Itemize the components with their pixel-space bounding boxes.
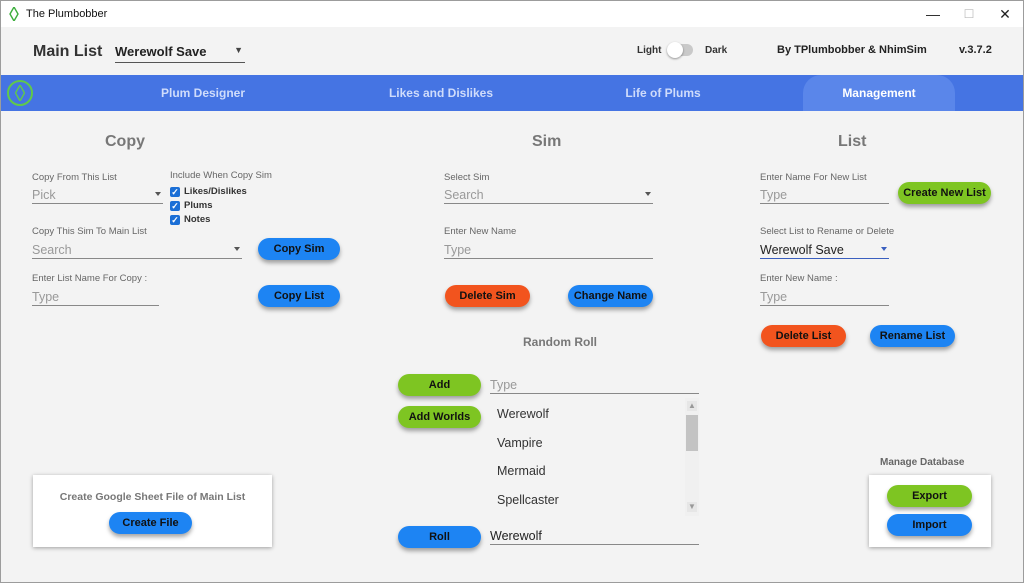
select-sim-placeholder: Search [444, 188, 484, 202]
new-list-input[interactable]: Type [760, 184, 889, 204]
new-sim-name-input[interactable]: Type [444, 239, 653, 259]
toggle-knob [667, 42, 683, 58]
scrollbar-thumb[interactable] [686, 415, 698, 451]
google-sheet-label: Create Google Sheet File of Main List [59, 491, 246, 503]
change-name-button[interactable]: Change Name [568, 285, 653, 307]
title-bar: The Plumbobber — ☐ ✕ [1, 1, 1023, 27]
new-list-placeholder: Type [760, 188, 788, 202]
plumbob-logo [7, 80, 33, 106]
rename-delete-list-select[interactable]: Werewolf Save [760, 239, 889, 259]
scroll-up-icon[interactable]: ▲ [687, 401, 697, 411]
checkbox-checked-icon: ✓ [170, 200, 180, 211]
checkbox-checked-icon: ✓ [170, 214, 180, 225]
author-credit: By TPlumbobber & NhimSim [777, 44, 927, 56]
copy-sim-placeholder: Search [32, 243, 72, 257]
light-label: Light [637, 45, 662, 56]
plumbob-icon [15, 85, 25, 101]
list-heading: List [838, 133, 867, 150]
new-list-name-placeholder: Type [760, 290, 788, 304]
plumbob-app-icon [9, 7, 19, 21]
copy-list-button[interactable]: Copy List [258, 285, 340, 307]
maximize-icon[interactable]: ☐ [951, 1, 987, 27]
theme-toggle[interactable] [667, 42, 693, 58]
sim-heading: Sim [532, 133, 562, 150]
roll-result-field: Werewolf [490, 525, 699, 545]
checkbox-label: Likes/Dislikes [184, 186, 247, 197]
select-sim-label: Select Sim [444, 172, 490, 183]
copy-sim-label: Copy This Sim To Main List [32, 226, 147, 237]
chevron-down-icon [645, 192, 651, 196]
list-item[interactable]: Werewolf [497, 407, 549, 421]
copy-from-label: Copy From This List [32, 172, 117, 183]
delete-sim-button[interactable]: Delete Sim [445, 285, 530, 307]
tab-life-of-plums[interactable]: Life of Plums [593, 75, 733, 111]
random-item-placeholder: Type [490, 378, 518, 392]
copy-from-placeholder: Pick [32, 188, 56, 202]
checkbox-plums[interactable]: ✓ Plums [170, 200, 213, 211]
dark-label: Dark [705, 45, 728, 56]
list-name-for-copy-label: Enter List Name For Copy : [32, 273, 148, 284]
tab-likes-and-dislikes[interactable]: Likes and Dislikes [371, 75, 511, 111]
main-list-select[interactable]: Werewolf Save ▼ [115, 41, 245, 63]
include-label: Include When Copy Sim [170, 170, 272, 181]
minimize-icon[interactable]: — [915, 1, 951, 27]
checkbox-checked-icon: ✓ [170, 186, 180, 197]
nav-bar: Plum Designer Likes and Dislikes Life of… [1, 75, 1023, 111]
rename-delete-list-label: Select List to Rename or Delete [760, 226, 895, 237]
list-item[interactable]: Spellcaster [497, 493, 559, 507]
google-sheet-card: Create Google Sheet File of Main List Cr… [33, 475, 272, 547]
add-worlds-button[interactable]: Add Worlds [398, 406, 481, 428]
random-item-input[interactable]: Type [490, 374, 699, 394]
chevron-down-icon [881, 247, 887, 251]
import-button[interactable]: Import [887, 514, 972, 536]
rename-list-button[interactable]: Rename List [870, 325, 955, 347]
scroll-down-icon[interactable]: ▼ [687, 502, 697, 512]
list-item[interactable]: Vampire [497, 436, 543, 450]
version-label: v.3.7.2 [959, 44, 992, 56]
tab-plum-designer[interactable]: Plum Designer [133, 75, 273, 111]
list-item[interactable]: Mermaid [497, 464, 546, 478]
copy-from-select[interactable]: Pick [32, 184, 163, 204]
header-bar: Main List Werewolf Save ▼ Light Dark By … [1, 27, 1023, 75]
main-list-label: Main List [33, 43, 103, 60]
chevron-down-icon [234, 247, 240, 251]
list-name-placeholder: Type [32, 290, 60, 304]
add-button[interactable]: Add [398, 374, 481, 396]
roll-button[interactable]: Roll [398, 526, 481, 548]
rename-delete-list-value: Werewolf Save [760, 243, 844, 257]
manage-database-card: Export Import [869, 475, 991, 547]
checkbox-label: Plums [184, 200, 213, 211]
new-list-name-input[interactable]: Type [760, 286, 889, 306]
create-file-button[interactable]: Create File [109, 512, 192, 534]
new-list-label: Enter Name For New List [760, 172, 867, 183]
manage-database-label: Manage Database [880, 457, 965, 468]
list-scrollbar[interactable]: ▲ ▼ [685, 398, 699, 516]
tab-management[interactable]: Management [803, 75, 955, 111]
checkbox-notes[interactable]: ✓ Notes [170, 214, 210, 225]
select-sim-search[interactable]: Search [444, 184, 653, 204]
export-button[interactable]: Export [887, 485, 972, 507]
checkbox-label: Notes [184, 214, 211, 225]
roll-result-value: Werewolf [490, 529, 542, 543]
window-title: The Plumbobber [26, 8, 108, 20]
list-name-for-copy-input[interactable]: Type [32, 286, 159, 306]
copy-heading: Copy [105, 133, 145, 150]
copy-sim-search[interactable]: Search [32, 239, 242, 259]
close-icon[interactable]: ✕ [987, 1, 1023, 27]
checkbox-likes-dislikes[interactable]: ✓ Likes/Dislikes [170, 186, 247, 197]
new-sim-name-placeholder: Type [444, 243, 472, 257]
random-items-list[interactable]: Werewolf Vampire Mermaid Spellcaster ▲ ▼ [490, 398, 699, 516]
new-list-name-label: Enter New Name : [760, 273, 838, 284]
copy-sim-button[interactable]: Copy Sim [258, 238, 340, 260]
main-list-value: Werewolf Save [115, 44, 207, 59]
app-window: The Plumbobber — ☐ ✕ Main List Werewolf … [0, 0, 1024, 583]
chevron-down-icon [155, 192, 161, 196]
delete-list-button[interactable]: Delete List [761, 325, 846, 347]
chevron-down-icon: ▼ [234, 45, 243, 55]
create-new-list-button[interactable]: Create New List [898, 182, 991, 204]
new-sim-name-label: Enter New Name [444, 226, 517, 237]
random-roll-heading: Random Roll [523, 335, 597, 349]
